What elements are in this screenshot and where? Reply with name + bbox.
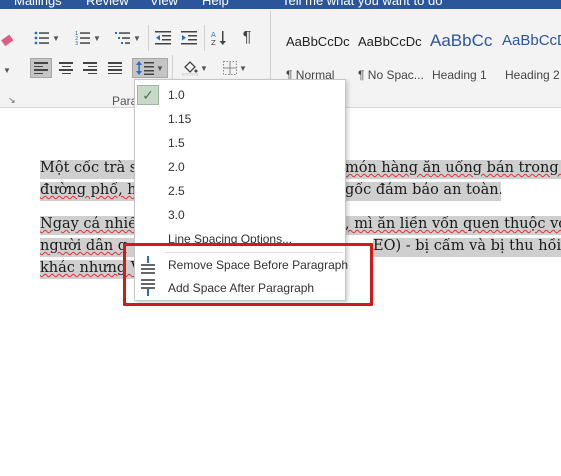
option-label: 1.5 [168, 136, 185, 150]
tab-help[interactable]: Help [202, 0, 229, 8]
align-center-icon [59, 62, 73, 74]
ribbon-separator [204, 25, 205, 51]
doc-text-fragment: Ngay cả nhiề [40, 216, 138, 232]
tell-me-search[interactable]: Tell me what you want to do [282, 0, 442, 8]
doc-text-fragment: người dân q [40, 238, 128, 254]
line-spacing-option-1-5[interactable]: 1.5 [135, 131, 345, 155]
font-dialog-launcher-icon[interactable]: ↘ [8, 95, 16, 106]
style-sample: AaBbCс [430, 31, 493, 50]
svg-text:Z: Z [211, 39, 216, 46]
style-sample: AaBbCcDc [358, 34, 422, 49]
doc-text-line: khác nhưng V [40, 260, 136, 279]
style-name: Heading 1 [432, 68, 487, 82]
annotation-highlight-box [123, 243, 373, 306]
doc-text-fragment: đường phố, h [40, 182, 136, 198]
doc-text-line: EO) - bị cấm và bị thu hồi ở nh [373, 238, 561, 257]
tab-review[interactable]: Review [86, 0, 129, 8]
doc-text-line: Ngay cả nhiề [40, 216, 144, 235]
line-spacing-option-1-15[interactable]: 1.15 [135, 107, 345, 131]
line-spacing-option-3-0[interactable]: 3.0 [135, 203, 345, 227]
paint-bucket-icon [182, 61, 199, 76]
align-right-button[interactable] [79, 58, 101, 78]
pilcrow-icon: ¶ [242, 29, 252, 46]
decrease-indent-button[interactable] [152, 28, 174, 48]
align-right-icon [83, 62, 97, 74]
bullets-button[interactable]: ▼ [30, 28, 64, 48]
doc-text-line: món hàng ăn uống bán trong qu [345, 160, 561, 179]
ribbon-separator [172, 55, 173, 81]
doc-text-line: người dân q [40, 238, 136, 257]
font-dropdown-caret-icon[interactable]: ▼ [0, 60, 12, 80]
numbering-icon: 1 2 3 [75, 31, 91, 45]
shading-button[interactable]: ▼ [178, 58, 212, 78]
show-formatting-marks-button[interactable]: ¶ [236, 28, 258, 48]
style-name: Heading 2 [505, 68, 560, 82]
option-label: 2.5 [168, 184, 185, 198]
align-left-icon [34, 62, 48, 74]
style-name: ¶ No Spac... [358, 68, 424, 82]
doc-text-fragment: , mì ăn liền vốn quen thuộc với [345, 216, 561, 232]
style-heading-1[interactable]: AaBbCс Heading 1 [430, 18, 500, 86]
borders-icon [223, 61, 238, 75]
doc-text-fragment: khác nhưng V [40, 260, 136, 276]
option-label: 1.15 [168, 112, 192, 126]
option-label: 3.0 [168, 208, 185, 222]
line-spacing-option-2-0[interactable]: 2.0 [135, 155, 345, 179]
doc-text-line: Một cốc trà s [40, 160, 144, 179]
line-spacing-option-2-5[interactable]: 2.5 [135, 179, 345, 203]
align-center-button[interactable] [55, 58, 77, 78]
doc-text-line: gốc đảm bảo an toàn. [345, 182, 501, 201]
doc-text-line: đường phố, h [40, 182, 136, 201]
justify-button[interactable] [104, 58, 126, 78]
svg-text:A: A [211, 31, 216, 39]
style-sample: AaBbCcDc [286, 34, 350, 49]
align-left-button[interactable] [30, 58, 52, 78]
option-label: 1.0 [168, 88, 185, 102]
ribbon-separator [148, 25, 149, 51]
style-no-spacing[interactable]: AaBbCcDc ¶ No Spac... [358, 18, 428, 86]
sort-button[interactable]: A Z [208, 28, 230, 48]
line-spacing-icon [136, 61, 155, 75]
justify-icon [108, 62, 122, 74]
increase-indent-button[interactable] [178, 28, 200, 48]
checkmark-icon: ✓ [137, 85, 159, 105]
multilevel-list-button[interactable]: ▼ [111, 28, 145, 48]
multilevel-list-icon [115, 32, 131, 44]
line-spacing-option-1-0[interactable]: ✓ 1.0 [135, 83, 345, 107]
option-label: 2.0 [168, 160, 185, 174]
doc-text-line: , mì ăn liền vốn quen thuộc với [345, 216, 561, 235]
bullets-icon [34, 31, 50, 45]
style-heading-2[interactable]: AaBbCcD Heading 2 [502, 18, 561, 86]
borders-button[interactable]: ▼ [218, 58, 252, 78]
svg-text:3: 3 [75, 41, 78, 45]
style-normal[interactable]: AaBbCcDc ¶ Normal [286, 18, 356, 86]
tab-view[interactable]: View [150, 0, 178, 8]
increase-indent-icon [181, 31, 197, 45]
line-spacing-button[interactable]: ▼ [132, 58, 168, 78]
decrease-indent-icon [155, 31, 171, 45]
numbering-button[interactable]: 1 2 3 ▼ [71, 28, 105, 48]
doc-text-fragment: món hàng ăn uống bán trong qu [345, 160, 561, 176]
style-sample: AaBbCcD [502, 32, 561, 49]
sort-az-icon: A Z [211, 31, 226, 46]
clear-formatting-icon[interactable] [0, 31, 14, 51]
tab-mailings[interactable]: Mailings [14, 0, 62, 8]
menu-bar: Mailings Review View Help Tell me what y… [0, 0, 561, 9]
